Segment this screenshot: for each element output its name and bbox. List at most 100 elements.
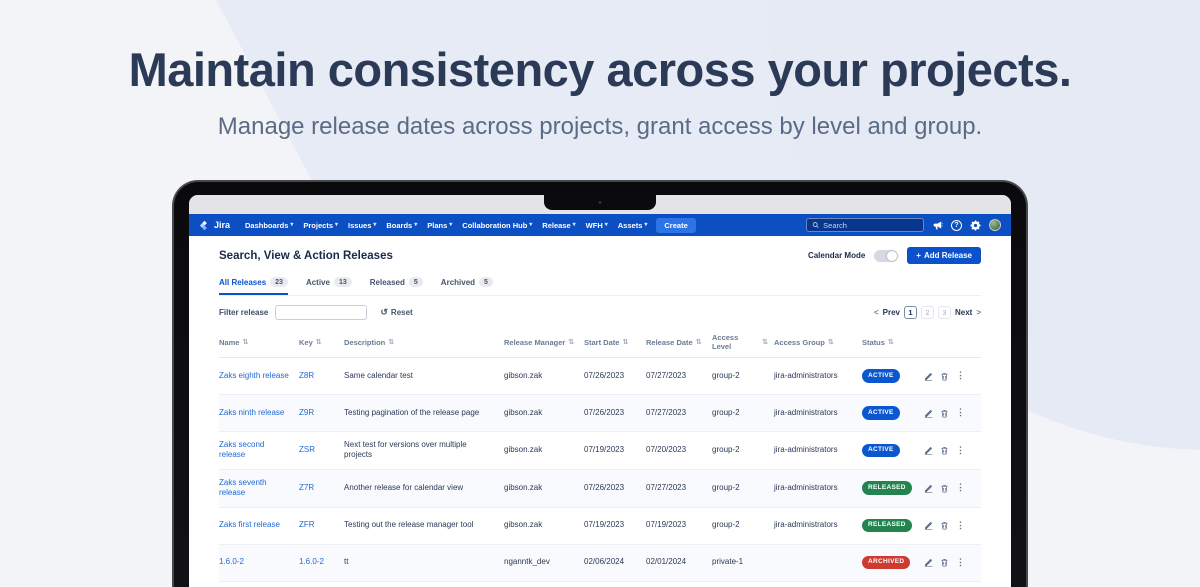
brand-name: Jira — [214, 220, 230, 230]
release-name-link[interactable]: Zaks seventh release — [219, 478, 299, 499]
add-release-button[interactable]: + Add Release — [907, 247, 981, 264]
more-options-kebab-icon[interactable]: ⋮ — [956, 557, 965, 569]
column-header-access-level[interactable]: Access Level⇅ — [712, 333, 774, 351]
release-manager: gibson.zak — [504, 520, 584, 530]
nav-item-release[interactable]: Release▾ — [542, 221, 575, 230]
release-key-link[interactable]: ZSR — [299, 445, 344, 455]
edit-pencil-icon[interactable] — [924, 558, 933, 567]
release-name-link[interactable]: 1.6.0-2 — [219, 557, 299, 567]
start-date: 02/06/2024 — [584, 557, 646, 567]
release-key-link[interactable]: Z8R — [299, 371, 344, 381]
release-date: 07/27/2023 — [646, 408, 712, 418]
prev-button[interactable]: Prev — [883, 308, 900, 317]
tab-count-badge: 5 — [479, 277, 493, 287]
chevron-down-icon: ▾ — [335, 222, 338, 228]
plus-icon: + — [916, 251, 921, 260]
column-header-name[interactable]: Name⇅ — [219, 333, 299, 351]
start-date: 07/26/2023 — [584, 483, 646, 493]
release-name-link[interactable]: Zaks eighth release — [219, 371, 299, 381]
release-name-link[interactable]: Zaks ninth release — [219, 408, 299, 418]
more-options-kebab-icon[interactable]: ⋮ — [956, 482, 965, 494]
nav-item-wfh[interactable]: WFH▾ — [586, 221, 608, 230]
release-date: 07/27/2023 — [646, 371, 712, 381]
access-level: group-2 — [712, 445, 774, 455]
sort-icon: ⇅ — [696, 338, 702, 346]
calendar-mode-toggle[interactable] — [874, 250, 898, 262]
edit-pencil-icon[interactable] — [924, 409, 933, 418]
search-icon — [812, 221, 819, 229]
more-options-kebab-icon[interactable]: ⋮ — [956, 407, 965, 419]
release-date: 02/01/2024 — [646, 557, 712, 567]
edit-pencil-icon[interactable] — [924, 446, 933, 455]
nav-item-assets[interactable]: Assets▾ — [618, 221, 648, 230]
help-icon[interactable]: ? — [951, 220, 962, 231]
column-header-start-date[interactable]: Start Date⇅ — [584, 333, 646, 351]
column-header-key[interactable]: Key⇅ — [299, 333, 344, 351]
user-avatar[interactable] — [989, 219, 1001, 231]
page-title: Search, View & Action Releases — [219, 250, 393, 262]
release-key-link[interactable]: Z9R — [299, 408, 344, 418]
edit-pencil-icon[interactable] — [924, 521, 933, 530]
edit-pencil-icon[interactable] — [924, 484, 933, 493]
create-button[interactable]: Create — [656, 218, 695, 233]
release-manager: nganntk_dev — [504, 557, 584, 567]
reset-button[interactable]: ↺ Reset — [380, 307, 412, 318]
more-options-kebab-icon[interactable]: ⋮ — [956, 520, 965, 532]
column-header-access-group[interactable]: Access Group⇅ — [774, 333, 862, 351]
calendar-mode-label: Calendar Mode — [808, 251, 865, 260]
row-actions: ⋮ — [920, 370, 981, 382]
marketing-banner: Maintain consistency across your project… — [0, 0, 1200, 587]
delete-trash-icon[interactable] — [940, 484, 949, 493]
release-key-link[interactable]: Z7R — [299, 483, 344, 493]
delete-trash-icon[interactable] — [940, 372, 949, 381]
delete-trash-icon[interactable] — [940, 446, 949, 455]
chevron-down-icon: ▾ — [373, 222, 376, 228]
search-input[interactable] — [823, 221, 918, 230]
column-header-release-manager[interactable]: Release Manager⇅ — [504, 333, 584, 351]
nav-item-dashboards[interactable]: Dashboards▾ — [245, 221, 293, 230]
delete-trash-icon[interactable] — [940, 409, 949, 418]
column-header-status[interactable]: Status⇅ — [862, 333, 920, 351]
tab-released[interactable]: Released5 — [370, 277, 423, 295]
undo-icon: ↺ — [380, 307, 388, 318]
nav-item-boards[interactable]: Boards▾ — [386, 221, 417, 230]
access-group: jira-administrators — [774, 445, 862, 455]
release-name-link[interactable]: Zaks second release — [219, 440, 299, 461]
global-search[interactable] — [806, 218, 924, 232]
tab-active[interactable]: Active13 — [306, 277, 352, 295]
page-button-2[interactable]: 2 — [921, 306, 934, 319]
more-options-kebab-icon[interactable]: ⋮ — [956, 445, 965, 457]
page-button-3[interactable]: 3 — [938, 306, 951, 319]
nav-item-issues[interactable]: Issues▾ — [348, 221, 376, 230]
hero-subtitle: Manage release dates across projects, gr… — [0, 113, 1200, 141]
chevron-down-icon: ▾ — [414, 222, 417, 228]
more-options-kebab-icon[interactable]: ⋮ — [956, 370, 965, 382]
release-name-link[interactable]: Zaks first release — [219, 520, 299, 530]
release-date: 07/27/2023 — [646, 483, 712, 493]
release-key-link[interactable]: ZFR — [299, 520, 344, 530]
jira-logo[interactable]: Jira — [199, 220, 230, 231]
tab-archived[interactable]: Archived5 — [441, 277, 493, 295]
prev-arrow-icon[interactable]: < — [874, 308, 879, 317]
delete-trash-icon[interactable] — [940, 521, 949, 530]
nav-item-plans[interactable]: Plans▾ — [427, 221, 452, 230]
nav-item-collaboration-hub[interactable]: Collaboration Hub▾ — [462, 221, 532, 230]
chevron-down-icon: ▾ — [573, 222, 576, 228]
release-description: Testing out the release manager tool — [344, 520, 504, 530]
access-level: group-2 — [712, 371, 774, 381]
nav-item-projects[interactable]: Projects▾ — [303, 221, 338, 230]
edit-pencil-icon[interactable] — [924, 372, 933, 381]
next-arrow-icon[interactable]: > — [976, 308, 981, 317]
release-key-link[interactable]: 1.6.0-2 — [299, 557, 344, 567]
table-body: Zaks eighth release Z8R Same calendar te… — [219, 358, 981, 582]
sort-icon: ⇅ — [316, 338, 322, 346]
tab-all-releases[interactable]: All Releases23 — [219, 277, 288, 295]
settings-gear-icon[interactable] — [970, 220, 981, 231]
announcements-icon[interactable] — [932, 220, 943, 231]
next-button[interactable]: Next — [955, 308, 972, 317]
column-header-release-date[interactable]: Release Date⇅ — [646, 333, 712, 351]
filter-release-input[interactable] — [275, 305, 367, 320]
page-button-1[interactable]: 1 — [904, 306, 917, 319]
column-header-description[interactable]: Description⇅ — [344, 333, 504, 351]
delete-trash-icon[interactable] — [940, 558, 949, 567]
